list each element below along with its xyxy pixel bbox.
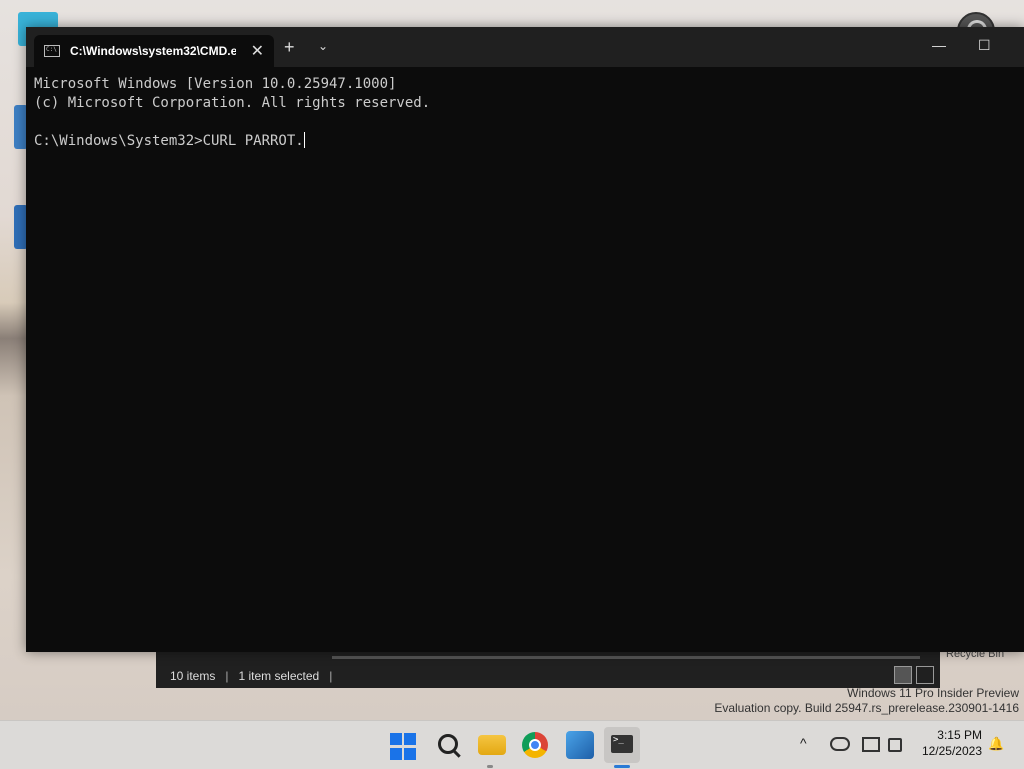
notification-bell-icon[interactable]: 🔔 xyxy=(988,736,1004,752)
text-cursor xyxy=(303,132,305,148)
file-explorer-window: 10 items | 1 item selected | xyxy=(156,652,940,688)
chevron-down-icon[interactable]: ⌄ xyxy=(318,39,328,53)
chrome-icon[interactable] xyxy=(522,732,548,758)
start-icon[interactable] xyxy=(390,733,418,761)
status-separator: | xyxy=(329,669,333,683)
watermark-line1: Windows 11 Pro Insider Preview xyxy=(847,686,1019,700)
horizontal-scrollbar[interactable] xyxy=(332,656,920,659)
cloud-offline-icon[interactable] xyxy=(830,737,850,751)
watermark-line2: Evaluation copy. Build 25947.rs_prerelea… xyxy=(714,701,1019,715)
volume-muted-icon[interactable] xyxy=(888,738,902,752)
selection-count: 1 item selected xyxy=(238,669,320,683)
terminal-icon: >_ xyxy=(611,735,633,753)
console-line: (c) Microsoft Corporation. All rights re… xyxy=(34,95,431,111)
large-icons-view-icon[interactable] xyxy=(916,666,934,684)
terminal-window: C:\Windows\system32\CMD.e ✕ + ⌄ — ☐ Micr… xyxy=(26,27,1024,652)
status-separator: | xyxy=(225,669,229,683)
network-icon[interactable] xyxy=(862,737,880,752)
title-bar[interactable]: C:\Windows\system32\CMD.e ✕ + ⌄ — ☐ xyxy=(26,27,1024,67)
terminal-taskbar-icon[interactable]: >_ xyxy=(604,727,640,763)
file-explorer-icon[interactable] xyxy=(478,735,506,755)
cmd-icon xyxy=(44,45,60,57)
taskbar: >_ ^ 3:15 PM 12/25/2023 🔔 xyxy=(0,720,1024,769)
remote-desktop-icon[interactable] xyxy=(566,731,594,759)
item-count: 10 items xyxy=(170,669,216,683)
clock[interactable]: 3:15 PM 12/25/2023 xyxy=(916,727,982,759)
console-output[interactable]: Microsoft Windows [Version 10.0.25947.10… xyxy=(34,75,430,151)
tab-cmd[interactable]: C:\Windows\system32\CMD.e ✕ xyxy=(34,35,274,67)
tab-title: C:\Windows\system32\CMD.e xyxy=(70,44,236,58)
close-tab-button[interactable]: ✕ xyxy=(251,41,264,61)
console-line: Microsoft Windows [Version 10.0.25947.10… xyxy=(34,76,397,92)
new-tab-button[interactable]: + xyxy=(284,37,295,58)
status-bar: 10 items | 1 item selected | xyxy=(170,669,332,683)
search-icon[interactable] xyxy=(434,731,462,759)
maximize-button[interactable]: ☐ xyxy=(978,37,991,54)
console-prompt-line: C:\Windows\System32>CURL PARROT. xyxy=(34,133,304,149)
clock-time: 3:15 PM xyxy=(937,728,982,742)
clock-date: 12/25/2023 xyxy=(921,744,982,758)
chevron-up-icon[interactable]: ^ xyxy=(800,735,807,751)
minimize-button[interactable]: — xyxy=(932,37,946,53)
details-view-icon[interactable] xyxy=(894,666,912,684)
